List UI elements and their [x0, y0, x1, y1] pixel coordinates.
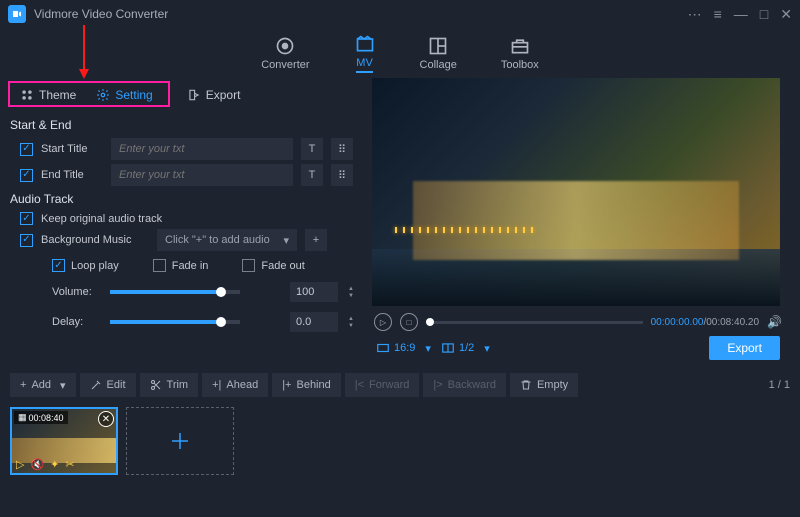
empty-button[interactable]: Empty — [510, 373, 578, 397]
gear-icon — [96, 88, 110, 102]
delay-down[interactable]: ▼ — [348, 323, 354, 329]
add-clip-button[interactable] — [126, 407, 234, 475]
volume-slider[interactable] — [110, 290, 240, 294]
tab-theme[interactable]: Theme — [10, 84, 86, 106]
play-button[interactable]: ▷ — [374, 313, 392, 331]
clips-bar: ▦ 00:08:40 ✕ ▷ 🔇 ✦ ✂ — [0, 400, 800, 482]
tab-setting[interactable]: Setting — [86, 84, 162, 106]
ahead-button[interactable]: +|Ahead — [202, 373, 268, 397]
clip-mute-icon[interactable]: 🔇 — [30, 458, 44, 471]
delay-slider[interactable] — [110, 320, 240, 324]
mv-icon — [354, 33, 376, 55]
edit-button[interactable]: Edit — [80, 373, 136, 397]
forward-button[interactable]: |<Forward — [345, 373, 420, 397]
nav-toolbox[interactable]: Toolbox — [501, 35, 539, 71]
fade-out-checkbox[interactable] — [242, 259, 255, 272]
stop-button[interactable]: □ — [400, 313, 418, 331]
audio-heading: Audio Track — [10, 192, 358, 206]
delay-value[interactable]: 0.0 — [290, 312, 338, 332]
clip-toolbar: +Add▾ Edit Trim +|Ahead |+Behind |<Forwa… — [0, 370, 800, 400]
keep-original-label: Keep original audio track — [41, 213, 162, 225]
start-title-label: Start Title — [41, 143, 103, 155]
clip-remove-button[interactable]: ✕ — [98, 411, 114, 427]
minimize-icon[interactable]: — — [734, 6, 748, 23]
clip-edit-icon[interactable]: ✦ — [50, 458, 59, 471]
start-title-font-button[interactable]: T — [301, 138, 323, 160]
end-title-layout-button[interactable]: ⠿ — [331, 164, 353, 186]
collage-icon — [427, 35, 449, 57]
aspect-icon — [376, 341, 390, 355]
nav-collage[interactable]: Collage — [420, 35, 457, 71]
close-icon[interactable]: ✕ — [780, 6, 792, 23]
behind-button[interactable]: |+Behind — [272, 373, 341, 397]
time-display: 00:00:00.00/00:08:40.20 — [651, 317, 759, 328]
theme-icon — [20, 88, 34, 102]
wand-icon — [90, 379, 102, 391]
menu-icon[interactable]: ≡ — [714, 6, 722, 23]
export-button[interactable]: Export — [709, 336, 780, 360]
plus-icon — [168, 429, 192, 453]
fade-in-checkbox[interactable] — [153, 259, 166, 272]
start-end-heading: Start & End — [10, 118, 358, 132]
bg-music-dropdown[interactable]: Click "+" to add audio▾ — [157, 229, 297, 251]
end-title-input[interactable] — [111, 164, 293, 186]
titlebar: Vidmore Video Converter ⋯ ≡ — □ ✕ — [0, 0, 800, 28]
add-button[interactable]: +Add▾ — [10, 373, 76, 397]
app-logo — [8, 5, 26, 23]
bg-music-label: Background Music — [41, 234, 149, 246]
tab-export[interactable]: Export — [177, 84, 251, 106]
volume-up[interactable]: ▲ — [348, 286, 354, 292]
video-preview — [372, 78, 780, 306]
start-title-layout-button[interactable]: ⠿ — [331, 138, 353, 160]
aspect-selector[interactable]: 16:9▾ — [376, 341, 431, 355]
end-title-font-button[interactable]: T — [301, 164, 323, 186]
trash-icon — [520, 379, 532, 391]
clip-thumbnail[interactable]: ▦ 00:08:40 ✕ ▷ 🔇 ✦ ✂ — [10, 407, 118, 475]
volume-label: Volume: — [52, 286, 100, 298]
end-title-checkbox[interactable] — [20, 169, 33, 182]
maximize-icon[interactable]: □ — [760, 6, 768, 23]
end-title-label: End Title — [41, 169, 103, 181]
nav-mv[interactable]: MV — [354, 33, 376, 73]
toolbox-icon — [509, 35, 531, 57]
export-icon — [187, 88, 201, 102]
volume-value[interactable]: 100 — [290, 282, 338, 302]
split-selector[interactable]: 1/2▾ — [441, 341, 490, 355]
volume-down[interactable]: ▼ — [348, 293, 354, 299]
page-indicator: 1 / 1 — [769, 379, 790, 391]
delay-up[interactable]: ▲ — [348, 316, 354, 322]
progress-bar[interactable] — [426, 321, 643, 324]
volume-icon[interactable]: 🔊 — [767, 315, 782, 329]
bg-music-checkbox[interactable] — [20, 234, 33, 247]
settings-panel: Theme Setting Export Start & End Start T… — [0, 78, 368, 364]
clip-trim-icon[interactable]: ✂ — [65, 458, 74, 471]
add-audio-button[interactable]: + — [305, 229, 327, 251]
loop-checkbox[interactable] — [52, 259, 65, 272]
main-nav: Converter MV Collage Toolbox — [0, 28, 800, 78]
start-title-input[interactable] — [111, 138, 293, 160]
converter-icon — [274, 35, 296, 57]
start-title-checkbox[interactable] — [20, 143, 33, 156]
nav-converter[interactable]: Converter — [261, 35, 309, 71]
backward-button[interactable]: |>Backward — [423, 373, 506, 397]
clip-duration-badge: ▦ 00:08:40 — [14, 411, 68, 424]
scissors-icon — [150, 379, 162, 391]
app-title: Vidmore Video Converter — [34, 7, 168, 21]
keep-original-checkbox[interactable] — [20, 212, 33, 225]
clip-play-icon[interactable]: ▷ — [16, 458, 24, 471]
split-icon — [441, 341, 455, 355]
delay-label: Delay: — [52, 316, 100, 328]
feedback-icon[interactable]: ⋯ — [688, 6, 702, 23]
trim-button[interactable]: Trim — [140, 373, 199, 397]
